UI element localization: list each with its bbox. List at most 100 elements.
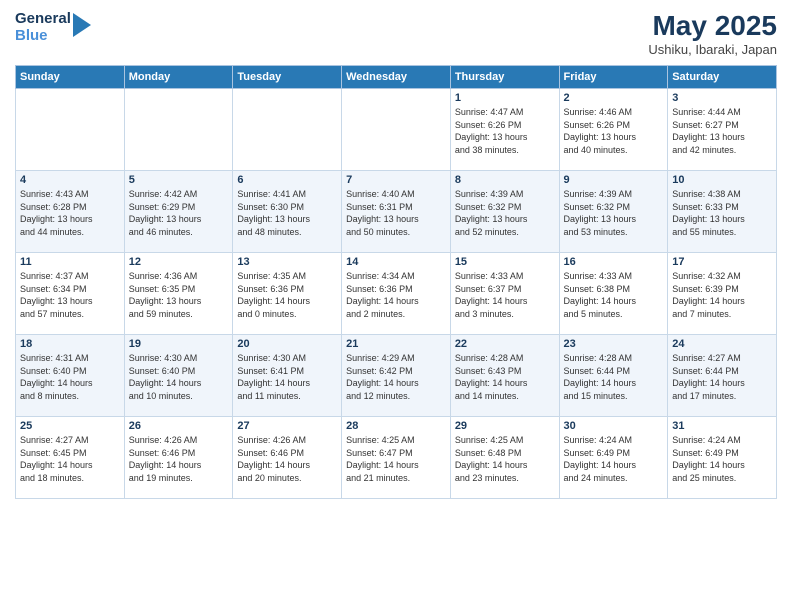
- table-row: 18 Sunrise: 4:31 AM Sunset: 6:40 PM Dayli…: [16, 335, 125, 417]
- table-row: 1Sunrise: 4:47 AM Sunset: 6:26 PM Daylig…: [450, 89, 559, 171]
- day-info: Sunrise: 4:41 AM Sunset: 6:30 PM Dayligh…: [237, 189, 310, 237]
- day-number: 25: [20, 420, 120, 432]
- day-info: Sunrise: 4:36 AM Sunset: 6:35 PM Dayligh…: [129, 271, 202, 319]
- day-number: 29: [455, 420, 555, 432]
- day-number: 5: [129, 174, 229, 186]
- table-row: [16, 89, 125, 171]
- day-info: Sunrise: 4:29 AM Sunset: 6:42 PM Dayligh…: [346, 353, 419, 401]
- day-number: 26: [129, 420, 229, 432]
- table-row: [124, 89, 233, 171]
- day-info: Sunrise: 4:32 AM Sunset: 6:39 PM Dayligh…: [672, 271, 745, 319]
- col-thursday: Thursday: [450, 66, 559, 89]
- table-row: 3 Sunrise: 4:44 AM Sunset: 6:27 PM Daylig…: [668, 89, 777, 171]
- table-row: 16 Sunrise: 4:33 AM Sunset: 6:38 PM Dayli…: [559, 253, 668, 335]
- day-info: Sunrise: 4:40 AM Sunset: 6:31 PM Dayligh…: [346, 189, 419, 237]
- col-tuesday: Tuesday: [233, 66, 342, 89]
- day-number: 14: [346, 256, 446, 268]
- day-number: 4: [20, 174, 120, 186]
- day-info: Sunrise: 4:27 AM Sunset: 6:44 PM Dayligh…: [672, 353, 745, 401]
- day-info: Sunrise: 4:46 AM Sunset: 6:26 PM Dayligh…: [564, 107, 637, 155]
- table-row: 23 Sunrise: 4:28 AM Sunset: 6:44 PM Dayli…: [559, 335, 668, 417]
- day-info: Sunrise: 4:27 AM Sunset: 6:45 PM Dayligh…: [20, 435, 93, 483]
- day-number: 13: [237, 256, 337, 268]
- day-number: 18: [20, 338, 120, 350]
- day-number: 24: [672, 338, 772, 350]
- day-number: 9: [564, 174, 664, 186]
- day-info: Sunrise: 4:30 AM Sunset: 6:40 PM Dayligh…: [129, 353, 202, 401]
- day-info: Sunrise: 4:38 AM Sunset: 6:33 PM Dayligh…: [672, 189, 745, 237]
- day-info: Sunrise: 4:43 AM Sunset: 6:28 PM Dayligh…: [20, 189, 93, 237]
- table-row: 5 Sunrise: 4:42 AM Sunset: 6:29 PM Daylig…: [124, 171, 233, 253]
- day-info: Sunrise: 4:26 AM Sunset: 6:46 PM Dayligh…: [237, 435, 310, 483]
- table-row: 9 Sunrise: 4:39 AM Sunset: 6:32 PM Daylig…: [559, 171, 668, 253]
- weekday-header-row: Sunday Monday Tuesday Wednesday Thursday…: [16, 66, 777, 89]
- table-row: 21Sunrise: 4:29 AM Sunset: 6:42 PM Dayli…: [342, 335, 451, 417]
- day-number: 31: [672, 420, 772, 432]
- table-row: 20 Sunrise: 4:30 AM Sunset: 6:41 PM Dayli…: [233, 335, 342, 417]
- day-info: Sunrise: 4:35 AM Sunset: 6:36 PM Dayligh…: [237, 271, 310, 319]
- calendar-row: 4 Sunrise: 4:43 AM Sunset: 6:28 PM Daylig…: [16, 171, 777, 253]
- day-number: 19: [129, 338, 229, 350]
- day-info: Sunrise: 4:44 AM Sunset: 6:27 PM Dayligh…: [672, 107, 745, 155]
- day-number: 16: [564, 256, 664, 268]
- day-number: 3: [672, 92, 772, 104]
- table-row: 29 Sunrise: 4:25 AM Sunset: 6:48 PM Dayli…: [450, 417, 559, 499]
- table-row: 28 Sunrise: 4:25 AM Sunset: 6:47 PM Dayli…: [342, 417, 451, 499]
- table-row: 12 Sunrise: 4:36 AM Sunset: 6:35 PM Dayli…: [124, 253, 233, 335]
- calendar-table: Sunday Monday Tuesday Wednesday Thursday…: [15, 65, 777, 499]
- table-row: 26Sunrise: 4:26 AM Sunset: 6:46 PM Dayli…: [124, 417, 233, 499]
- day-info: Sunrise: 4:34 AM Sunset: 6:36 PM Dayligh…: [346, 271, 419, 319]
- day-number: 7: [346, 174, 446, 186]
- day-info: Sunrise: 4:33 AM Sunset: 6:37 PM Dayligh…: [455, 271, 528, 319]
- day-info: Sunrise: 4:42 AM Sunset: 6:29 PM Dayligh…: [129, 189, 202, 237]
- table-row: 27Sunrise: 4:26 AM Sunset: 6:46 PM Dayli…: [233, 417, 342, 499]
- table-row: 19 Sunrise: 4:30 AM Sunset: 6:40 PM Dayli…: [124, 335, 233, 417]
- calendar-row: 18 Sunrise: 4:31 AM Sunset: 6:40 PM Dayli…: [16, 335, 777, 417]
- table-row: 30Sunrise: 4:24 AM Sunset: 6:49 PM Dayli…: [559, 417, 668, 499]
- day-number: 8: [455, 174, 555, 186]
- logo: General Blue: [15, 10, 95, 45]
- table-row: 2 Sunrise: 4:46 AM Sunset: 6:26 PM Daylig…: [559, 89, 668, 171]
- logo-icon: [73, 13, 91, 37]
- location: Ushiku, Ibaraki, Japan: [648, 42, 777, 57]
- day-number: 20: [237, 338, 337, 350]
- day-info: Sunrise: 4:37 AM Sunset: 6:34 PM Dayligh…: [20, 271, 93, 319]
- calendar-row: 11 Sunrise: 4:37 AM Sunset: 6:34 PM Dayli…: [16, 253, 777, 335]
- table-row: 8Sunrise: 4:39 AM Sunset: 6:32 PM Daylig…: [450, 171, 559, 253]
- table-row: 10 Sunrise: 4:38 AM Sunset: 6:33 PM Dayli…: [668, 171, 777, 253]
- day-info: Sunrise: 4:25 AM Sunset: 6:48 PM Dayligh…: [455, 435, 528, 483]
- day-number: 23: [564, 338, 664, 350]
- calendar-row: 25 Sunrise: 4:27 AM Sunset: 6:45 PM Dayli…: [16, 417, 777, 499]
- table-row: [342, 89, 451, 171]
- day-info: Sunrise: 4:47 AM Sunset: 6:26 PM Dayligh…: [455, 107, 528, 155]
- table-row: 6Sunrise: 4:41 AM Sunset: 6:30 PM Daylig…: [233, 171, 342, 253]
- day-number: 2: [564, 92, 664, 104]
- day-number: 28: [346, 420, 446, 432]
- day-number: 10: [672, 174, 772, 186]
- day-info: Sunrise: 4:24 AM Sunset: 6:49 PM Dayligh…: [672, 435, 745, 483]
- day-info: Sunrise: 4:31 AM Sunset: 6:40 PM Dayligh…: [20, 353, 93, 401]
- table-row: 13 Sunrise: 4:35 AM Sunset: 6:36 PM Dayli…: [233, 253, 342, 335]
- col-monday: Monday: [124, 66, 233, 89]
- day-info: Sunrise: 4:25 AM Sunset: 6:47 PM Dayligh…: [346, 435, 419, 483]
- day-info: Sunrise: 4:28 AM Sunset: 6:44 PM Dayligh…: [564, 353, 637, 401]
- table-row: 22Sunrise: 4:28 AM Sunset: 6:43 PM Dayli…: [450, 335, 559, 417]
- logo-general: General: [15, 10, 71, 27]
- day-info: Sunrise: 4:33 AM Sunset: 6:38 PM Dayligh…: [564, 271, 637, 319]
- day-info: Sunrise: 4:28 AM Sunset: 6:43 PM Dayligh…: [455, 353, 528, 401]
- day-number: 15: [455, 256, 555, 268]
- table-row: 17Sunrise: 4:32 AM Sunset: 6:39 PM Dayli…: [668, 253, 777, 335]
- day-number: 12: [129, 256, 229, 268]
- table-row: 14 Sunrise: 4:34 AM Sunset: 6:36 PM Dayli…: [342, 253, 451, 335]
- day-info: Sunrise: 4:39 AM Sunset: 6:32 PM Dayligh…: [564, 189, 637, 237]
- month-year: May 2025: [648, 10, 777, 42]
- day-number: 11: [20, 256, 120, 268]
- day-info: Sunrise: 4:30 AM Sunset: 6:41 PM Dayligh…: [237, 353, 310, 401]
- col-saturday: Saturday: [668, 66, 777, 89]
- page-container: General Blue May 2025 Ushiku, Ibaraki, J…: [0, 0, 792, 612]
- table-row: 11 Sunrise: 4:37 AM Sunset: 6:34 PM Dayli…: [16, 253, 125, 335]
- col-wednesday: Wednesday: [342, 66, 451, 89]
- calendar-row: 1Sunrise: 4:47 AM Sunset: 6:26 PM Daylig…: [16, 89, 777, 171]
- col-friday: Friday: [559, 66, 668, 89]
- day-info: Sunrise: 4:24 AM Sunset: 6:49 PM Dayligh…: [564, 435, 637, 483]
